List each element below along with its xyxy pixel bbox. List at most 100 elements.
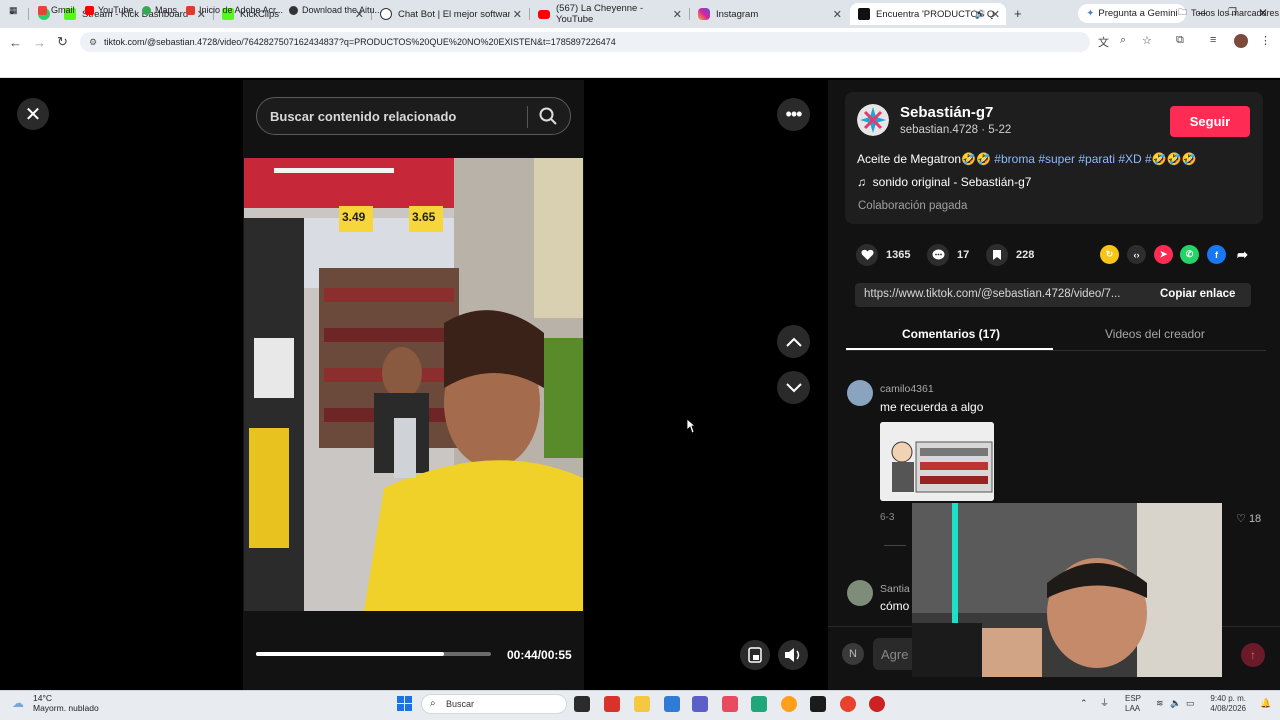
close-player-button[interactable]: ✕ bbox=[17, 98, 49, 130]
tab-label: (567) La Cheyenne - YouTube bbox=[556, 3, 644, 25]
new-tab-plus-icon[interactable]: + bbox=[1014, 6, 1022, 21]
tray-chevron-icon[interactable]: ⌃ bbox=[1080, 698, 1088, 708]
gemini-spark-icon: ✦ bbox=[1086, 8, 1095, 19]
all-bookmarks[interactable]: 🗀 Todos los marcadores bbox=[1178, 5, 1279, 21]
send-to-friends-icon[interactable]: ➤ bbox=[1154, 245, 1173, 264]
teams-icon[interactable] bbox=[692, 696, 708, 712]
reload-icon[interactable]: ↻ bbox=[57, 34, 68, 50]
chrome-icon[interactable] bbox=[840, 696, 856, 712]
task-view-icon[interactable] bbox=[574, 696, 590, 712]
follow-button[interactable]: Seguir bbox=[1170, 106, 1250, 137]
tab-youtube[interactable]: (567) La Cheyenne - YouTube ✕ bbox=[530, 3, 688, 25]
tab-chat-bot[interactable]: Chat Bot | El mejor software pa ✕ bbox=[372, 3, 528, 25]
embed-code-icon[interactable]: ‹› bbox=[1127, 245, 1146, 264]
app-circle-icon[interactable] bbox=[781, 696, 797, 712]
clock[interactable]: 9:40 p. m. 4/08/2026 bbox=[1204, 694, 1246, 714]
tab-comments[interactable]: Comentarios (17) bbox=[902, 327, 1000, 341]
copy-link-button[interactable]: Copiar enlace bbox=[1160, 288, 1235, 300]
profile-avatar[interactable] bbox=[1234, 34, 1248, 48]
close-tab-icon[interactable]: ✕ bbox=[513, 8, 522, 21]
comment-username[interactable]: camilo4361 bbox=[880, 383, 934, 395]
user-initial: N bbox=[849, 648, 857, 660]
send-comment-button[interactable]: ↑ bbox=[1241, 643, 1265, 667]
video-progress-fill bbox=[256, 652, 444, 656]
back-arrow-icon[interactable]: ← bbox=[9, 35, 22, 50]
comment-avatar[interactable] bbox=[847, 580, 873, 606]
price-tag-2: 3.65 bbox=[412, 210, 436, 224]
zoom-icon[interactable]: ⌕ bbox=[1120, 34, 1126, 47]
whatsapp-icon[interactable]: ✆ bbox=[1180, 245, 1199, 264]
notification-bell-icon[interactable]: 🔔 bbox=[1260, 698, 1271, 708]
windows-start-icon[interactable] bbox=[397, 696, 412, 716]
file-explorer-icon[interactable] bbox=[634, 696, 650, 712]
comment-like-count[interactable]: ♡ 18 bbox=[1236, 512, 1261, 525]
recorder-icon[interactable] bbox=[869, 696, 885, 712]
video-frame[interactable]: 3.49 3.65 bbox=[244, 158, 583, 611]
edge-icon[interactable] bbox=[751, 696, 767, 712]
folder-icon: 🗀 bbox=[1178, 7, 1188, 17]
volume-button[interactable] bbox=[778, 640, 808, 670]
app-l-icon[interactable] bbox=[604, 696, 620, 712]
bookmark-star-icon[interactable]: ☆ bbox=[1142, 34, 1152, 47]
bookmark-gmail[interactable]: Gmail bbox=[38, 5, 75, 15]
sound-link[interactable]: ♫ sonido original - Sebastián-g7 bbox=[857, 175, 1031, 189]
video-progress-bar[interactable] bbox=[256, 652, 491, 656]
author-avatar[interactable] bbox=[857, 104, 889, 136]
search-icon[interactable] bbox=[538, 106, 558, 129]
tab-creator-videos[interactable]: Videos del creador bbox=[1105, 327, 1205, 341]
extensions-icon[interactable]: ⧉ bbox=[1176, 34, 1184, 47]
translate-icon[interactable]: 文 bbox=[1098, 34, 1109, 50]
repost-icon[interactable]: ↻ bbox=[1100, 245, 1119, 264]
save-button[interactable]: 228 bbox=[986, 244, 1034, 266]
comment-username[interactable]: Santia bbox=[880, 583, 910, 595]
usb-icon[interactable]: ⏚ bbox=[1100, 698, 1109, 708]
bookmark-download[interactable]: Download the Aitu... bbox=[289, 5, 382, 15]
floating-player-button[interactable] bbox=[740, 640, 770, 670]
close-tab-icon[interactable]: ✕ bbox=[833, 8, 842, 21]
battery-icon[interactable]: ▭ bbox=[1186, 698, 1195, 708]
next-video-button[interactable] bbox=[777, 371, 810, 404]
url-input[interactable]: tiktok.com/@sebastian.4728/video/7642827… bbox=[80, 32, 1090, 52]
speaker-icon[interactable]: 🔈 bbox=[1170, 698, 1181, 708]
follow-label: Seguir bbox=[1189, 114, 1231, 129]
video-link[interactable]: https://www.tiktok.com/@sebastian.4728/v… bbox=[864, 288, 1121, 300]
apps-grid-icon[interactable]: ▦ bbox=[9, 5, 18, 16]
previous-video-button[interactable] bbox=[777, 325, 810, 358]
weather-desc: Mayorm. nublado bbox=[33, 703, 99, 713]
browser-menu-icon[interactable]: ⋮ bbox=[1260, 34, 1271, 47]
close-tab-icon[interactable]: ✕ bbox=[991, 8, 1000, 21]
bookmark-maps[interactable]: Maps bbox=[142, 5, 177, 15]
facebook-icon[interactable]: f bbox=[1207, 245, 1226, 264]
media-icon[interactable]: ≡ bbox=[1210, 34, 1216, 46]
adobe-icon bbox=[186, 5, 195, 15]
bookmark-icon bbox=[986, 244, 1008, 266]
like-button[interactable]: 1365 bbox=[856, 244, 910, 266]
terminal-icon[interactable] bbox=[810, 696, 826, 712]
gemini-label: Pregunta a Gemini bbox=[1098, 8, 1178, 19]
weather-widget[interactable]: 14°C Mayorm. nublado bbox=[33, 693, 99, 713]
related-search-input[interactable]: Buscar contenido relacionado bbox=[256, 97, 571, 135]
site-info-icon[interactable]: ⚙ bbox=[89, 37, 97, 48]
language-indicator[interactable]: ESP LAA bbox=[1125, 694, 1141, 714]
taskbar-search[interactable]: ⌕ Buscar bbox=[421, 694, 567, 714]
caption-hashtags[interactable]: #broma #super #parati #XD #🤣🤣🤣 bbox=[994, 152, 1196, 166]
more-options-button[interactable]: ••• bbox=[777, 98, 810, 131]
bookmark-label: Download the Aitu... bbox=[302, 5, 383, 15]
bookmark-adobe[interactable]: Inicio de Adobe Acr... bbox=[186, 5, 283, 15]
gemini-button[interactable]: ✦ Pregunta a Gemini bbox=[1078, 4, 1186, 23]
tab-audio-icon[interactable]: 🔊 bbox=[975, 9, 986, 20]
author-name[interactable]: Sebastián-g7 bbox=[900, 104, 993, 121]
tab-tiktok-active[interactable]: Encuentra 'PRODUCTOS Q 🔊 ✕ bbox=[850, 3, 1006, 25]
bookmark-youtube[interactable]: YouTube bbox=[85, 5, 133, 15]
comment-button[interactable]: 17 bbox=[927, 244, 969, 266]
forward-arrow-icon[interactable]: → bbox=[33, 35, 46, 50]
share-arrow-icon[interactable]: ➦ bbox=[1233, 245, 1252, 264]
bookmark-label: Inicio de Adobe Acr... bbox=[199, 5, 284, 15]
wifi-icon[interactable]: ≋ bbox=[1156, 698, 1164, 708]
copilot-icon[interactable] bbox=[722, 696, 738, 712]
comment-sticker-image[interactable] bbox=[880, 422, 994, 501]
close-tab-icon[interactable]: ✕ bbox=[673, 8, 682, 21]
comment-avatar[interactable] bbox=[847, 380, 873, 406]
tab-instagram[interactable]: Instagram ✕ bbox=[690, 3, 848, 25]
defender-icon[interactable] bbox=[664, 696, 680, 712]
